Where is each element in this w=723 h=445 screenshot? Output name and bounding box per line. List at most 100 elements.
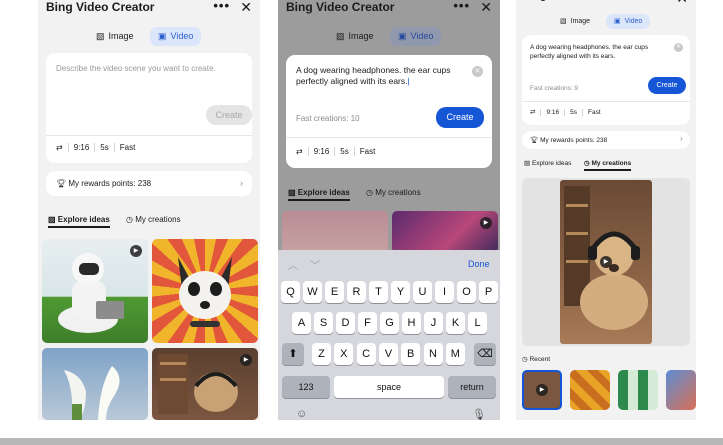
chihuahua-illustration — [178, 257, 232, 327]
screen-empty-prompt: Bing Video Creator ••• ✕ ▧ Image ▣ Video D… — [38, 0, 260, 420]
recent-thumb-2[interactable] — [570, 370, 610, 410]
key-i[interactable]: I — [435, 281, 454, 303]
tab-explore-ideas[interactable]: ▨ Explore ideas — [48, 215, 110, 228]
key-j[interactable]: J — [424, 312, 443, 334]
speed: Fast — [587, 109, 601, 116]
create-button[interactable]: Create — [206, 105, 252, 125]
create-button[interactable]: Create — [648, 77, 686, 94]
key-z[interactable]: Z — [312, 343, 331, 365]
rewards-points: My rewards points: 238 — [540, 137, 608, 144]
clear-input-icon[interactable]: ✕ — [472, 66, 483, 77]
tab-video-label: Video — [624, 18, 643, 25]
key-h[interactable]: H — [402, 312, 421, 334]
video-settings[interactable]: ⇄ 9:16 5s Fast — [56, 142, 135, 154]
prompt-text[interactable]: A dog wearing headphones. the ear cups p… — [530, 43, 670, 61]
tab-video[interactable]: ▣ Video — [390, 27, 442, 46]
tab-image[interactable]: ▧ Image — [328, 27, 382, 46]
tab-explore-ideas[interactable]: ▨ Explore ideas — [524, 159, 571, 167]
chevron-right-icon: › — [240, 178, 243, 188]
key-o[interactable]: O — [457, 281, 476, 303]
history-icon: ◷ — [126, 215, 133, 224]
key-p[interactable]: P — [479, 281, 498, 303]
keyboard-toolbar: ︿ ﹀ Done — [278, 250, 500, 278]
chevron-up-icon[interactable]: ︿ — [288, 257, 298, 272]
numbers-key[interactable]: 123 — [282, 376, 330, 398]
video-settings[interactable]: ⇄ 9:16 5s Fast — [530, 107, 601, 119]
key-d[interactable]: D — [336, 312, 355, 334]
tab-my-creations[interactable]: ◷ My creations — [584, 159, 632, 171]
tab-image-label: Image — [570, 18, 591, 25]
more-dots-icon[interactable]: ••• — [213, 0, 230, 13]
tab-image[interactable]: ▧ Image — [552, 14, 598, 29]
key-q[interactable]: Q — [281, 281, 300, 303]
key-g[interactable]: G — [380, 312, 399, 334]
recent-thumb-3[interactable] — [618, 370, 658, 410]
space-key[interactable]: space — [334, 376, 444, 398]
microphone-icon[interactable]: 🎙︎ — [472, 408, 486, 420]
tab-video[interactable]: ▣ Video — [150, 27, 202, 46]
key-l[interactable]: L — [468, 312, 487, 334]
key-t[interactable]: T — [369, 281, 388, 303]
key-u[interactable]: U — [413, 281, 432, 303]
recent-thumb-1[interactable]: ▶ — [522, 370, 562, 410]
divider — [522, 101, 690, 102]
play-icon: ▶ — [130, 245, 142, 257]
close-icon[interactable]: ✕ — [240, 0, 252, 16]
generated-video[interactable]: ▶ — [560, 180, 652, 344]
rewards-row[interactable]: 🏆︎ My rewards points: 238 › — [522, 131, 690, 149]
recent-thumb-4[interactable] — [666, 370, 696, 410]
thumbnail-chihuahua[interactable] — [152, 239, 258, 343]
shift-key[interactable]: ⬆ — [282, 343, 304, 365]
close-icon[interactable]: ✕ — [480, 0, 492, 16]
tab-explore-ideas[interactable]: ▨ Explore ideas — [288, 188, 350, 201]
key-s[interactable]: S — [314, 312, 333, 334]
create-button[interactable]: Create — [436, 107, 484, 128]
chevron-down-icon[interactable]: ﹀ — [310, 257, 320, 272]
prompt-input[interactable]: Describe the video scene you want to cre… — [56, 63, 246, 74]
tab-my-creations[interactable]: ◷ My creations — [366, 188, 421, 197]
key-r[interactable]: R — [347, 281, 366, 303]
speed: Fast — [359, 147, 376, 156]
prompt-card: Describe the video scene you want to cre… — [46, 53, 252, 163]
key-c[interactable]: C — [356, 343, 376, 365]
done-button[interactable]: Done — [468, 259, 490, 269]
key-e[interactable]: E — [325, 281, 344, 303]
clear-input-icon[interactable]: ✕ — [674, 43, 683, 52]
video-settings[interactable]: ⇄ 9:16 5s Fast — [296, 146, 375, 158]
trophy-icon: 🏆︎ — [530, 137, 539, 144]
more-dots-icon[interactable]: ••• — [453, 0, 470, 13]
backspace-key[interactable]: ⌫ — [474, 343, 496, 365]
thumbnail-calla-lilies[interactable] — [42, 348, 148, 420]
emoji-icon[interactable]: ☺ — [296, 408, 307, 420]
key-x[interactable]: X — [334, 343, 354, 365]
play-icon: ▶ — [480, 217, 492, 229]
tab-my-creations[interactable]: ◷ My creations — [126, 215, 181, 224]
key-f[interactable]: F — [358, 312, 377, 334]
tab-image[interactable]: ▧ Image — [88, 27, 142, 46]
divider — [46, 135, 252, 136]
trophy-icon: 🏆︎ — [56, 179, 67, 188]
thumbnail-dog-headphones[interactable]: ▶ — [152, 348, 258, 420]
tab-video[interactable]: ▣ Video — [606, 14, 651, 29]
return-key[interactable]: return — [448, 376, 496, 398]
explore-ideas-label: Explore ideas — [531, 160, 572, 167]
key-w[interactable]: W — [303, 281, 322, 303]
play-icon[interactable]: ▶ — [600, 256, 612, 268]
tab-image-label: Image — [348, 31, 374, 41]
screen-my-creations: Bing Video Creator ✕ ▧Image ▣Video A dog… — [516, 0, 696, 420]
thumbnail-cat[interactable]: ▶ — [392, 211, 498, 253]
duration: 5s — [100, 143, 109, 152]
key-y[interactable]: Y — [391, 281, 410, 303]
key-v[interactable]: V — [378, 343, 398, 365]
key-m[interactable]: M — [445, 343, 465, 365]
key-n[interactable]: N — [423, 343, 443, 365]
thumbnail-astronaut[interactable]: ▶ — [42, 239, 148, 343]
close-icon[interactable]: ✕ — [676, 0, 688, 7]
rewards-row[interactable]: 🏆︎ My rewards points: 238 › — [46, 171, 252, 196]
key-b[interactable]: B — [401, 343, 421, 365]
key-a[interactable]: A — [292, 312, 311, 334]
thumbnail-plant[interactable] — [282, 211, 388, 253]
key-k[interactable]: K — [446, 312, 465, 334]
video-icon: ▣ — [614, 18, 621, 25]
prompt-input[interactable]: A dog wearing headphones. the ear cups p… — [296, 65, 466, 87]
